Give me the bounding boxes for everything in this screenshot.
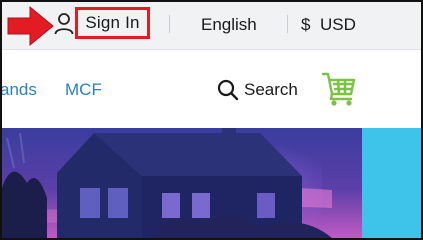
divider <box>169 15 170 33</box>
sign-in-label: Sign In <box>85 13 140 32</box>
hero-banner-image <box>2 128 421 238</box>
arrow-right-icon <box>7 5 54 47</box>
language-selector[interactable]: English <box>201 15 257 35</box>
nav-link-brands[interactable]: ands <box>2 80 37 100</box>
top-utility-bar: Sign In English $ USD <box>2 2 421 50</box>
page-frame: Sign In English $ USD ands MCF Search <box>0 0 423 240</box>
divider <box>287 15 288 33</box>
nav-link-mcf[interactable]: MCF <box>65 80 102 100</box>
cart-icon[interactable] <box>321 70 357 108</box>
currency-symbol: $ <box>301 15 311 34</box>
search-link[interactable]: Search <box>244 80 298 100</box>
user-icon[interactable] <box>54 13 74 35</box>
main-nav: ands MCF Search <box>2 50 421 128</box>
search-icon[interactable] <box>217 79 239 101</box>
currency-selector[interactable]: USD <box>320 15 356 35</box>
sign-in-link[interactable]: Sign In <box>75 7 150 39</box>
